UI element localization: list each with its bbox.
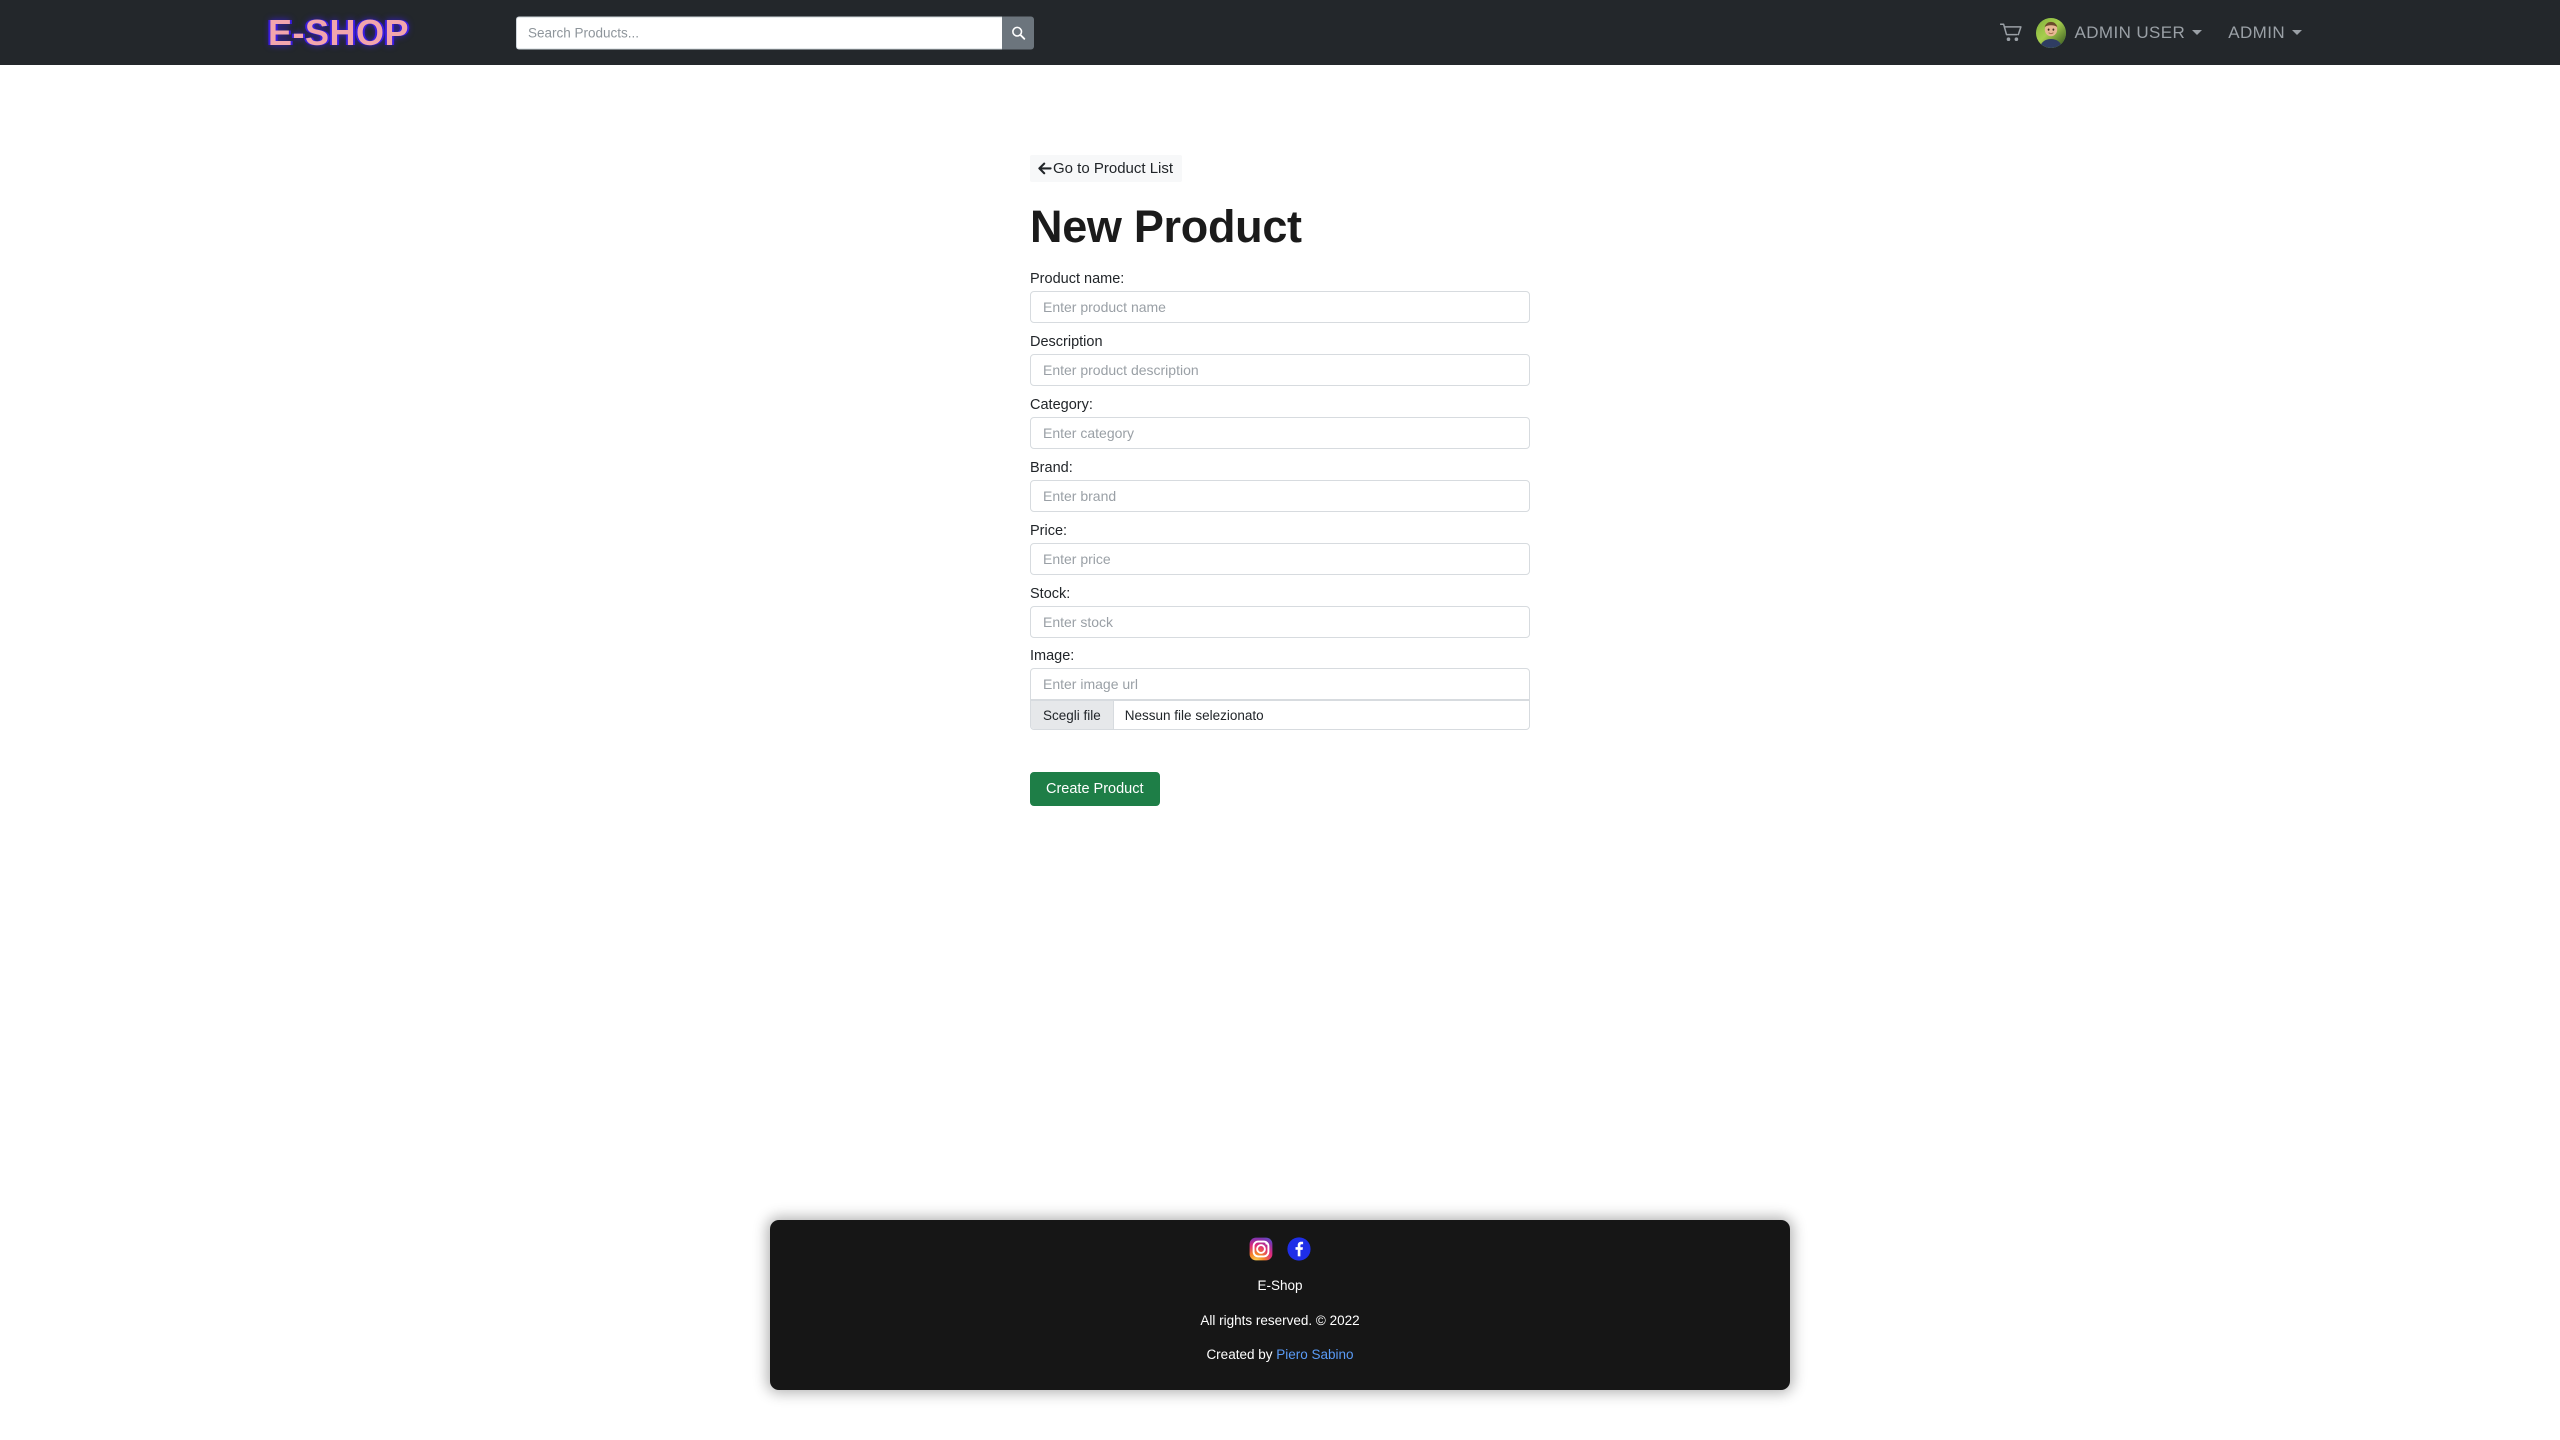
search-button[interactable]: [1002, 16, 1034, 49]
footer-credit-link[interactable]: Piero Sabino: [1276, 1347, 1353, 1362]
category-input[interactable]: [1030, 417, 1530, 449]
image-file-picker[interactable]: Scegli file Nessun file selezionato: [1030, 700, 1530, 730]
chevron-down-icon: [2292, 30, 2302, 35]
price-input[interactable]: [1030, 543, 1530, 575]
image-url-input[interactable]: [1030, 668, 1530, 700]
admin-dropdown[interactable]: ADMIN: [2228, 23, 2302, 43]
label-image: Image:: [1030, 648, 1075, 664]
form-group-brand: Brand:: [1030, 460, 1530, 512]
avatar[interactable]: [2036, 17, 2067, 48]
top-navbar: E-SHOP Search Products... ADMIN USER ADM…: [0, 0, 2560, 65]
chevron-down-icon: [2192, 30, 2203, 35]
label-price: Price:: [1030, 523, 1068, 539]
social-links: [770, 1237, 1790, 1261]
admin-dropdown-label: ADMIN: [2228, 22, 2285, 42]
go-to-product-list-label: Go to Product List: [1053, 160, 1174, 177]
stock-input[interactable]: [1030, 606, 1530, 638]
user-dropdown-label: ADMIN USER: [2074, 22, 2186, 42]
page-title: New Product: [1030, 201, 1302, 252]
description-input[interactable]: [1030, 354, 1530, 386]
label-description: Description: [1030, 334, 1103, 350]
shopping-cart-icon[interactable]: [2000, 23, 2023, 42]
search-icon: [1011, 26, 1025, 40]
label-stock: Stock:: [1030, 586, 1071, 602]
label-brand: Brand:: [1030, 460, 1073, 476]
brand-logo[interactable]: E-SHOP: [268, 12, 409, 54]
facebook-icon: [1287, 1237, 1311, 1261]
label-product-name: Product name:: [1030, 271, 1125, 287]
form-group-stock: Stock:: [1030, 586, 1530, 638]
site-footer: E-Shop All rights reserved. © 2022 Creat…: [770, 1220, 1790, 1390]
product-name-input[interactable]: [1030, 291, 1530, 323]
footer-site-name: E-Shop: [1257, 1278, 1303, 1293]
form-group-description: Description: [1030, 334, 1530, 386]
search-input[interactable]: [516, 16, 1002, 49]
form-group-product-name: Product name:: [1030, 271, 1530, 323]
new-product-form: Product name: Description Category: Bran…: [1030, 271, 1530, 806]
user-dropdown[interactable]: ADMIN USER: [2074, 22, 2203, 43]
brand-input[interactable]: [1030, 480, 1530, 512]
navbar-right-group: ADMIN USER ADMIN: [2000, 17, 2302, 48]
form-group-price: Price:: [1030, 523, 1530, 575]
instagram-icon: [1249, 1237, 1273, 1261]
go-to-product-list-link[interactable]: Go to Product List: [1030, 155, 1183, 182]
file-status-text: Nessun file selezionato: [1124, 707, 1264, 723]
footer-rights: All rights reserved. © 2022: [1200, 1312, 1360, 1328]
footer-credit-prefix: Created by: [1206, 1347, 1277, 1362]
create-product-button[interactable]: Create Product: [1030, 772, 1160, 806]
label-category: Category:: [1030, 397, 1093, 413]
footer-credit: Created by Piero Sabino: [770, 1348, 1790, 1362]
search-form: [516, 16, 1034, 49]
choose-file-button[interactable]: Scegli file: [1031, 701, 1114, 729]
facebook-link[interactable]: [1287, 1237, 1311, 1261]
arrow-left-icon: [1038, 162, 1052, 175]
form-group-image: Image: Scegli file Nessun file seleziona…: [1030, 648, 1530, 730]
instagram-link[interactable]: [1249, 1237, 1273, 1261]
form-group-category: Category:: [1030, 397, 1530, 449]
